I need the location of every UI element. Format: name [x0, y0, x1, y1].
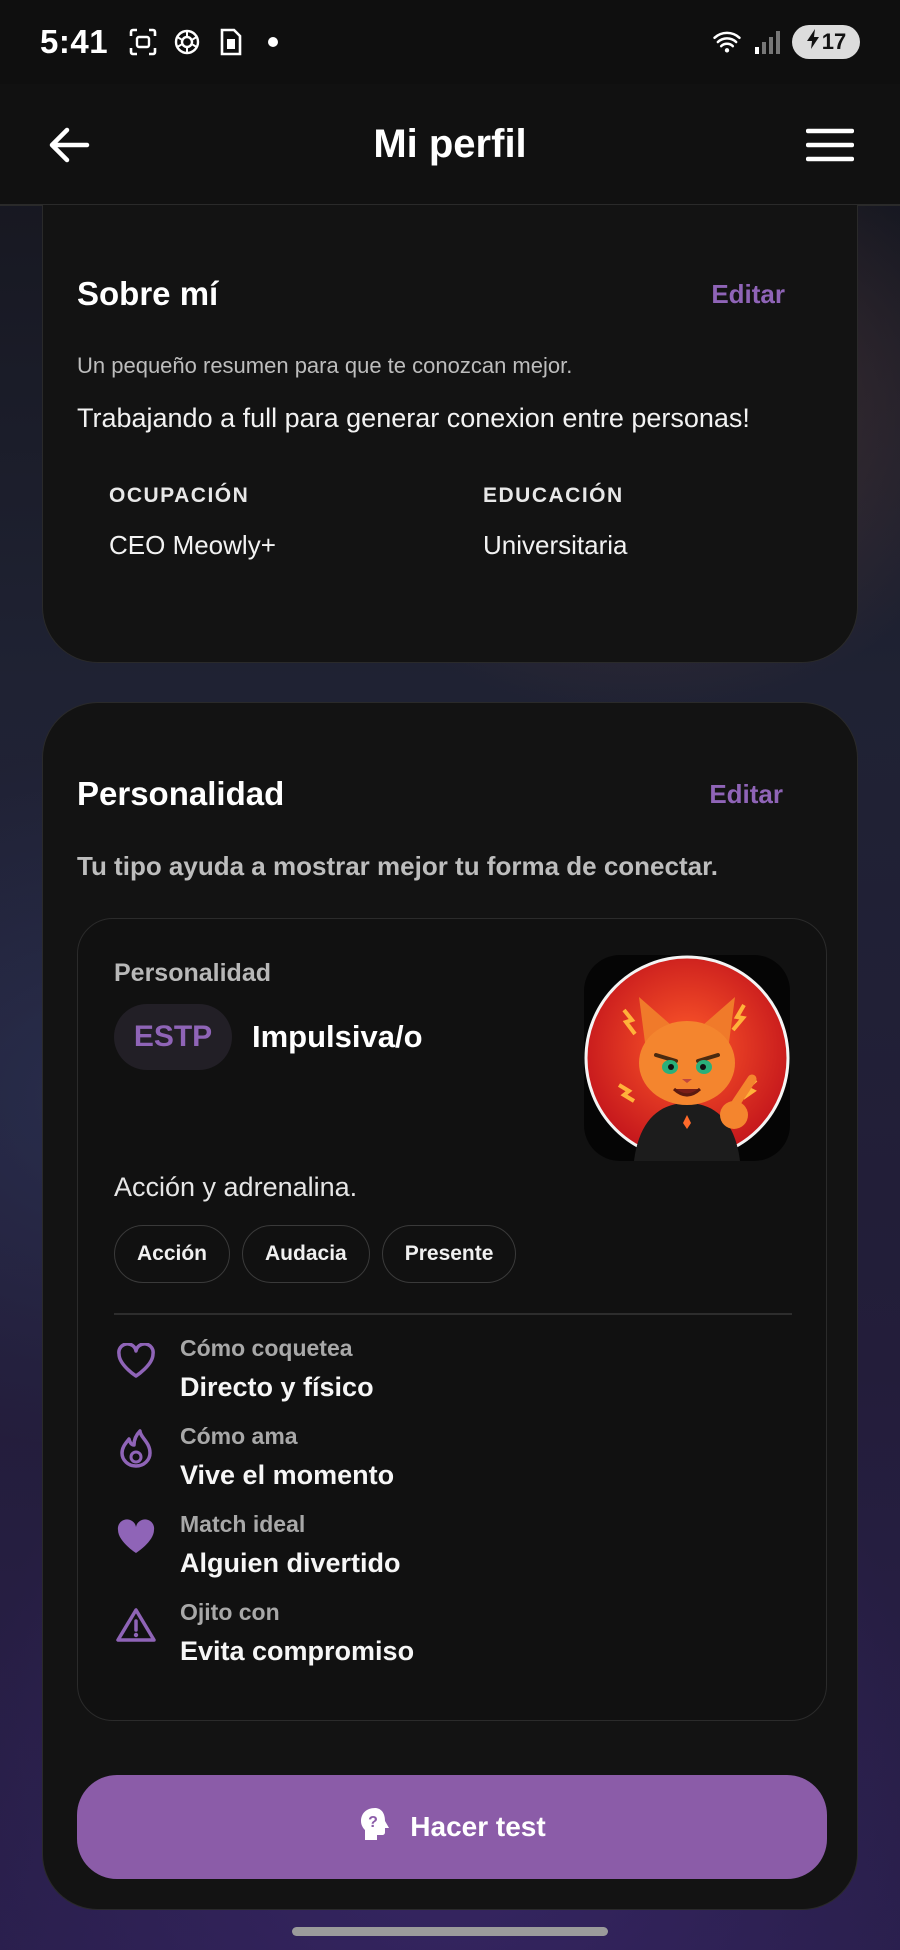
- personality-tag: Presente: [381, 1225, 517, 1283]
- personality-type-name: Impulsiva/o: [252, 1019, 423, 1054]
- personality-tags: Acción Audacia Presente: [114, 1225, 790, 1283]
- occupation-label: OCUPACIÓN: [109, 484, 250, 507]
- battery-level: 17: [821, 29, 847, 54]
- about-text: Trabajando a full para generar conexion …: [77, 403, 750, 433]
- trait-label: Cómo coquetea: [180, 1335, 353, 1361]
- personality-title: Personalidad: [77, 775, 285, 812]
- personality-tag: Audacia: [242, 1225, 370, 1283]
- head-question-icon: ?: [358, 1806, 392, 1849]
- heart-outline-icon: [114, 1339, 158, 1383]
- occupation-value: CEO Meowly+: [109, 530, 276, 560]
- trait-match: Match ideal Alguien divertido: [114, 1511, 790, 1579]
- back-button[interactable]: [44, 120, 94, 170]
- take-test-button[interactable]: ? Hacer test: [77, 1775, 827, 1879]
- sim-card-icon: [216, 27, 246, 57]
- battery-indicator: 17: [792, 25, 860, 59]
- status-time: 5:41: [40, 23, 109, 60]
- menu-button[interactable]: [804, 120, 856, 170]
- arrow-left-icon: [49, 127, 90, 163]
- signal-icon: [752, 27, 782, 57]
- about-edit-button[interactable]: Editar: [711, 279, 785, 310]
- trait-value: Directo y físico: [180, 1372, 374, 1402]
- education-field: EDUCACIÓN Universitaria: [451, 484, 825, 561]
- take-test-label: Hacer test: [410, 1811, 546, 1842]
- wifi-icon: [712, 27, 742, 57]
- trait-value: Evita compromiso: [180, 1636, 415, 1666]
- notification-dot: [268, 37, 279, 47]
- personality-edit-button[interactable]: Editar: [709, 779, 783, 810]
- occupation-field: OCUPACIÓN CEO Meowly+: [77, 484, 451, 561]
- status-bar: 5:41 17: [0, 0, 900, 84]
- personality-description: Acción y adrenalina.: [114, 1172, 358, 1202]
- trait-label: Cómo ama: [180, 1423, 298, 1449]
- hamburger-menu-icon: [806, 128, 854, 162]
- about-details: OCUPACIÓN CEO Meowly+ EDUCACIÓN Universi…: [77, 484, 825, 561]
- heart-filled-icon: [114, 1515, 158, 1559]
- trait-label: Ojito con: [180, 1599, 280, 1625]
- battery-charging-icon: [806, 28, 820, 56]
- personality-avatar: [584, 955, 790, 1161]
- personality-subtitle: Tu tipo ayuda a mostrar mejor tu forma d…: [77, 851, 718, 881]
- trait-value: Vive el momento: [180, 1460, 395, 1490]
- education-label: EDUCACIÓN: [483, 484, 624, 507]
- warning-icon: [114, 1603, 158, 1647]
- personality-type-badge: ESTP: [114, 1004, 232, 1070]
- personality-card: Personalidad Editar Tu tipo ayuda a most…: [42, 702, 858, 1910]
- about-title: Sobre mí: [77, 275, 219, 312]
- trait-label: Match ideal: [180, 1511, 306, 1537]
- trait-love: Cómo ama Vive el momento: [114, 1423, 790, 1491]
- trait-value: Alguien divertido: [180, 1548, 401, 1578]
- home-indicator[interactable]: [292, 1927, 608, 1936]
- screenshot-icon: [128, 27, 158, 57]
- svg-text:?: ?: [368, 1814, 378, 1831]
- divider: [114, 1313, 792, 1315]
- trait-flirting: Cómo coquetea Directo y físico: [114, 1335, 790, 1403]
- cat-avatar-image: [584, 955, 790, 1161]
- education-value: Universitaria: [483, 530, 628, 560]
- about-card: Sobre mí Editar Un pequeño resumen para …: [42, 205, 858, 663]
- trait-warning: Ojito con Evita compromiso: [114, 1599, 790, 1667]
- page-title: Mi perfil: [373, 121, 527, 166]
- personality-detail-panel: Personalidad ESTP Impulsiva/o Acción y a…: [77, 918, 827, 1721]
- flame-icon: [114, 1427, 158, 1471]
- personality-tag: Acción: [114, 1225, 231, 1283]
- app-header: Mi perfil: [0, 84, 900, 206]
- openai-icon: [172, 27, 202, 57]
- about-subtitle: Un pequeño resumen para que te conozcan …: [77, 353, 573, 378]
